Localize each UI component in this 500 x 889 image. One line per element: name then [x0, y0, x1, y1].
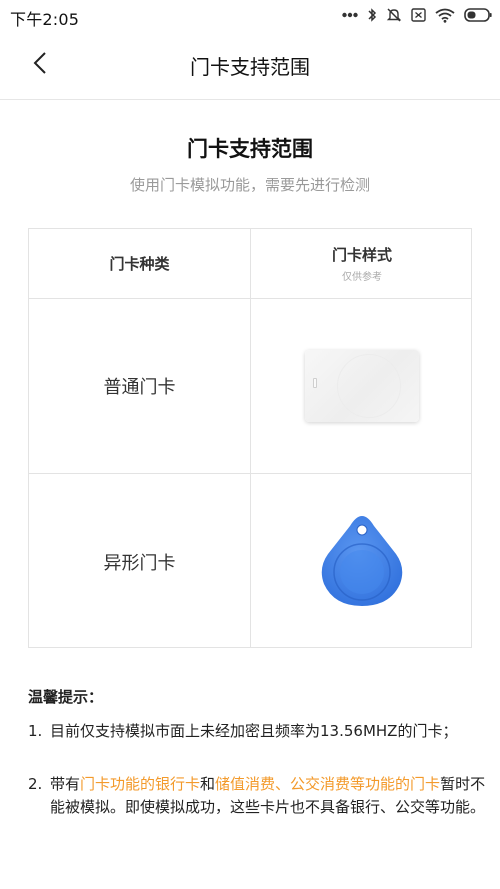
table-header-type: 门卡种类 — [29, 229, 250, 298]
nav-title: 门卡支持范围 — [190, 55, 310, 79]
tip-number: 1. — [28, 722, 43, 740]
status-icons — [342, 5, 492, 25]
mute-icon — [386, 7, 402, 23]
header-style-note: 仅供参考 — [342, 272, 382, 283]
tip-text-prefix: 带有 — [50, 775, 81, 793]
tip-text-middle: 和 — [200, 775, 216, 793]
bluetooth-icon — [367, 7, 377, 23]
tip-highlight-stored-value-card: 储值消费、公交消费等功能的门卡 — [215, 775, 441, 793]
tip-highlight-bank-card: 门卡功能的银行卡 — [80, 775, 201, 793]
table-row: 异形门卡 — [29, 474, 250, 649]
table-cell-image — [251, 474, 473, 649]
card-type-label: 异形门卡 — [103, 552, 176, 574]
sim-icon — [411, 8, 426, 22]
tips-title: 温馨提示： — [28, 688, 104, 706]
header-type-label: 门卡种类 — [109, 255, 170, 273]
status-time: 下午2:05 — [10, 10, 80, 29]
tip-item: 1. 目前仅支持模拟市面上未经加密且频率为13.56MHZ的门卡； — [28, 720, 488, 743]
tip-text: 带有门卡功能的银行卡和储值消费、公交消费等功能的门卡暂时不能被模拟。即使模拟成功… — [50, 773, 488, 819]
card-type-label: 普通门卡 — [103, 377, 176, 398]
tip-text: 目前仅支持模拟市面上未经加密且频率为13.56MHZ的门卡； — [50, 722, 458, 740]
page-subtitle: 使用门卡模拟功能，需要先进行检测 — [129, 176, 370, 194]
blue-keyfob-image — [312, 510, 412, 614]
tip-item: 2. 带有门卡功能的银行卡和储值消费、公交消费等功能的门卡暂时不能被模拟。即使模… — [28, 773, 488, 819]
table-cell-image — [251, 299, 473, 473]
table-row: 普通门卡 — [29, 299, 250, 473]
more-dots-icon — [342, 12, 358, 18]
table-header-style: 门卡样式 仅供参考 — [251, 229, 473, 298]
page-title: 门卡支持范围 — [187, 137, 313, 161]
white-card-image — [305, 350, 419, 422]
nav-bar: 门卡支持范围 — [0, 30, 500, 100]
wifi-icon — [435, 8, 455, 23]
card-support-table: 门卡种类 门卡样式 仅供参考 普通门卡 异形门卡 — [28, 228, 472, 648]
header-style-label: 门卡样式 — [331, 246, 392, 264]
tip-number: 2. — [28, 775, 43, 793]
battery-icon — [464, 8, 492, 22]
status-bar: 下午2:05 — [0, 0, 500, 30]
